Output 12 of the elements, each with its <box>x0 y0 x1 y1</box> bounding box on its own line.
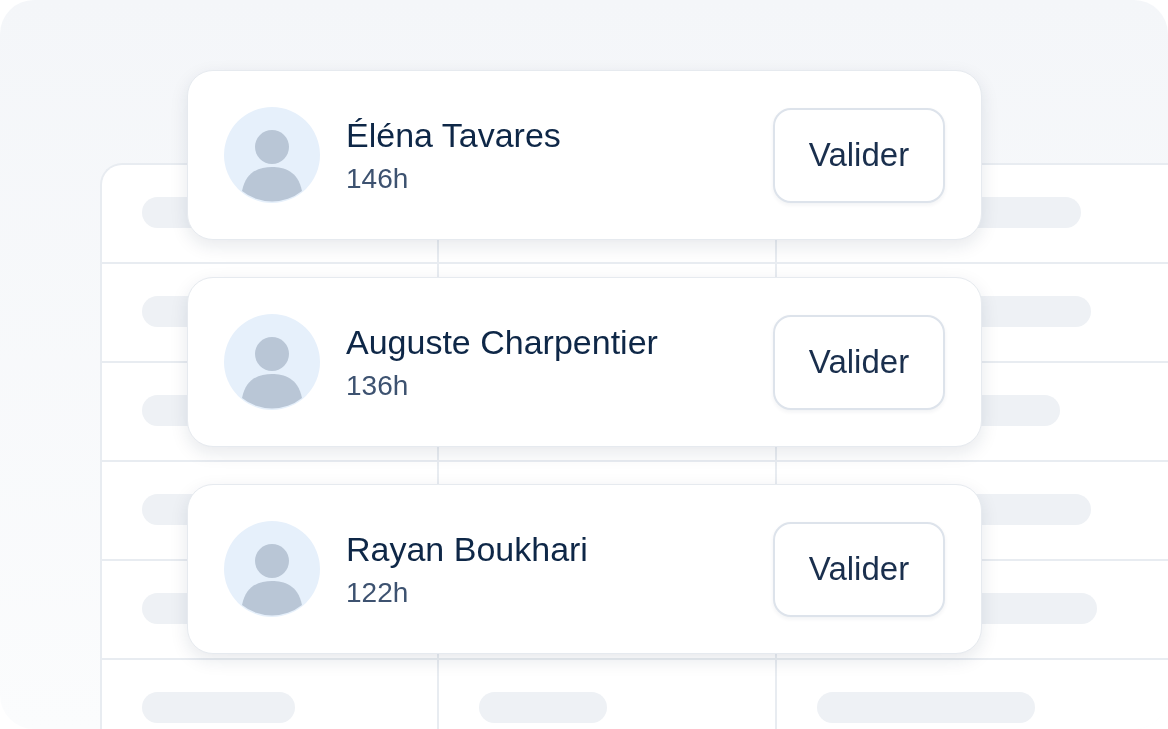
hours-total: 122h <box>346 576 410 609</box>
avatar-icon <box>224 107 320 203</box>
validate-button[interactable]: Valider <box>773 314 945 410</box>
person-name: Rayan Boukhari <box>346 529 589 569</box>
person-name: Auguste Charpentier <box>346 322 659 362</box>
hours-total: 136h <box>346 369 410 402</box>
validate-button[interactable]: Valider <box>773 107 945 203</box>
avatar-icon <box>224 314 320 410</box>
hours-total: 146h <box>346 162 410 195</box>
person-name: Éléna Tavares <box>346 115 562 155</box>
validate-button[interactable]: Valider <box>773 521 945 617</box>
avatar-icon <box>224 521 320 617</box>
